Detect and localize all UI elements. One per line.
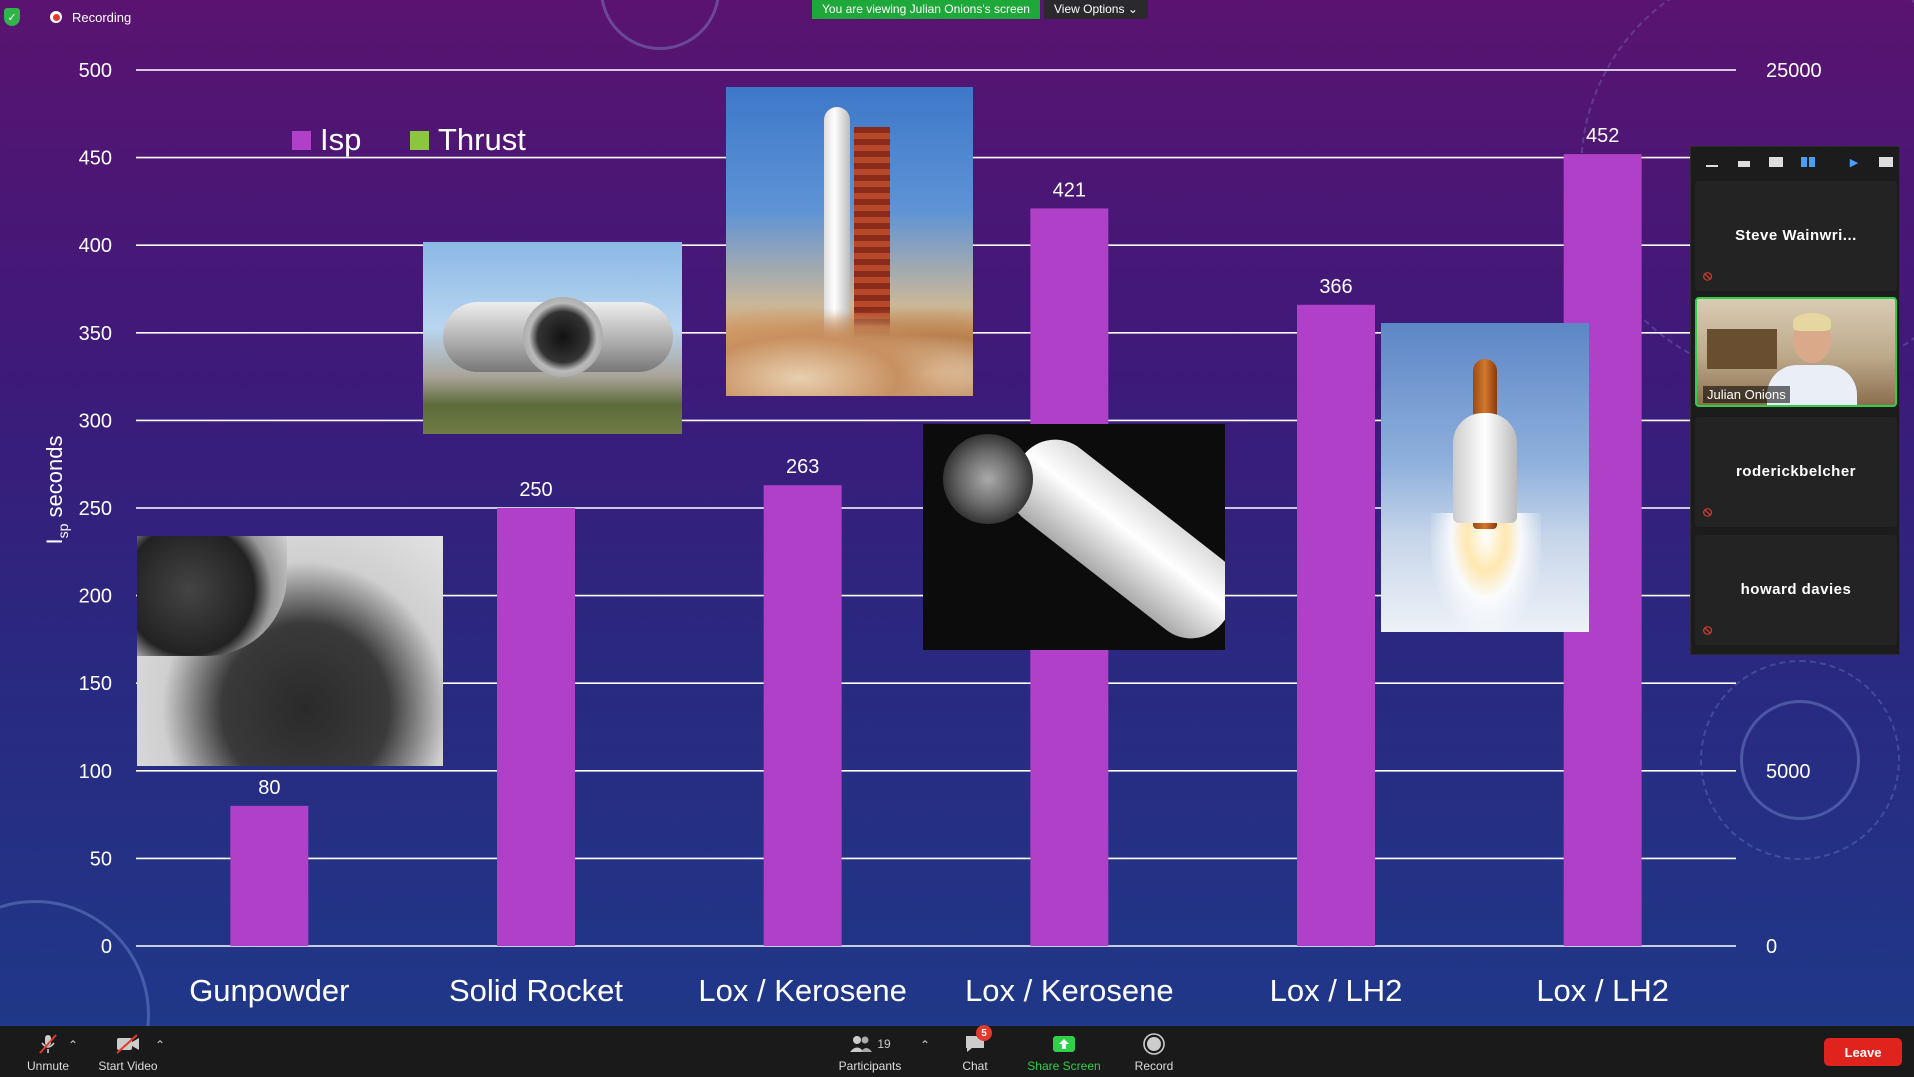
audio-options-chevron-icon[interactable]: ⌃	[68, 1038, 78, 1052]
y-tick-label: 300	[79, 410, 112, 432]
y-tick-label: 150	[79, 673, 112, 695]
space-shuttle-launch-photo	[1381, 323, 1589, 632]
panel-toolbar: ▶	[1691, 147, 1899, 177]
minimize-panel-icon[interactable]	[1703, 155, 1721, 169]
chat-button[interactable]: 5 Chat	[927, 1025, 1023, 1077]
participants-video-panel: ▶ Steve Wainwri... ⦸ Julian Onions roder…	[1690, 146, 1900, 655]
muted-mic-icon: ⦸	[1703, 621, 1713, 637]
participants-icon: 19	[840, 1033, 900, 1055]
y-tick-label: 450	[79, 148, 112, 170]
y-tick-label: 250	[79, 498, 112, 520]
isp-bar	[763, 485, 842, 946]
isp-bar	[497, 508, 575, 946]
share-screen-label: Share Screen	[1027, 1059, 1101, 1073]
category-label: Solid Rocket	[449, 973, 623, 1008]
person-hair	[1793, 313, 1831, 331]
jar-shape	[137, 536, 287, 656]
leave-meeting-button[interactable]: Leave	[1824, 1038, 1902, 1066]
participant-tile[interactable]: roderickbelcher ⦸	[1695, 417, 1897, 527]
chat-label: Chat	[962, 1059, 988, 1073]
category-label: Lox / LH2	[1270, 973, 1403, 1008]
legend-swatch	[410, 131, 429, 150]
y2-tick-label: 5000	[1766, 761, 1811, 783]
category-label: Lox / Kerosene	[965, 973, 1174, 1008]
background-shelf	[1707, 329, 1777, 369]
category-label: Lox / LH2	[1536, 973, 1669, 1008]
participant-name: Steve Wainwri...	[1735, 227, 1857, 244]
y-axis-title-subscript: sp	[55, 523, 71, 538]
bar-data-label: 421	[1053, 179, 1086, 201]
stage-engines	[943, 434, 1033, 524]
y-tick-label: 0	[101, 936, 112, 958]
muted-microphone-icon	[35, 1033, 61, 1055]
bar-data-label: 80	[258, 777, 280, 799]
hide-video-icon[interactable]	[1735, 155, 1753, 169]
participant-tile[interactable]: Steve Wainwri... ⦸	[1695, 181, 1897, 291]
gunpowder-photo	[137, 536, 443, 766]
y-axis-title-rest: seconds	[42, 436, 67, 524]
participant-name: roderickbelcher	[1735, 463, 1857, 480]
record-icon	[1141, 1033, 1167, 1055]
participants-count: 19	[877, 1037, 891, 1051]
share-screen-button[interactable]: Share Screen	[1016, 1026, 1112, 1077]
participant-name: Julian Onions	[1703, 386, 1790, 403]
y-tick-label: 400	[79, 235, 112, 257]
video-options-chevron-icon[interactable]: ⌃	[155, 1038, 165, 1052]
legend-label: Isp	[320, 122, 361, 157]
solid-rocket-booster-photo	[423, 242, 682, 434]
y2-tick-label: 0	[1766, 936, 1777, 958]
gallery-view-icon[interactable]	[1799, 155, 1817, 169]
participant-name: howard davies	[1740, 581, 1852, 598]
muted-mic-icon: ⦸	[1703, 503, 1713, 519]
isp-bar	[230, 805, 309, 946]
unmute-label: Unmute	[26, 1059, 70, 1073]
legend-swatch	[292, 131, 311, 150]
record-label: Record	[1134, 1059, 1174, 1073]
category-label: Lox / Kerosene	[698, 973, 907, 1008]
isp-bar	[1297, 304, 1375, 946]
bar-data-label: 263	[786, 456, 819, 478]
booster-nozzle	[523, 297, 603, 377]
bar-data-label: 250	[519, 479, 552, 501]
orbiter-shape	[1453, 413, 1517, 523]
chat-bubble-icon: 5	[962, 1025, 992, 1055]
start-video-label: Start Video	[98, 1059, 158, 1073]
bar-data-label: 452	[1586, 125, 1619, 147]
category-label: Gunpowder	[189, 973, 349, 1008]
y-tick-label: 200	[79, 586, 112, 608]
participant-tile[interactable]: howard davies ⦸	[1695, 535, 1897, 645]
legend-label: Thrust	[438, 122, 526, 157]
chat-unread-badge: 5	[976, 1025, 992, 1041]
exhaust-plume	[1431, 513, 1541, 632]
y2-tick-label: 25000	[1766, 60, 1822, 82]
launch-smoke	[726, 306, 973, 396]
y-tick-label: 500	[79, 60, 112, 82]
meeting-controls-bar: Unmute ⌃ Start Video ⌃ 19 Participants ⌃…	[0, 1025, 1914, 1077]
side-by-side-icon[interactable]	[1877, 155, 1895, 169]
y-tick-label: 100	[79, 761, 112, 783]
participant-video-tile[interactable]: Julian Onions	[1695, 297, 1897, 407]
muted-mic-icon: ⦸	[1703, 267, 1713, 283]
chart-legend: Isp Thrust	[292, 122, 526, 157]
active-speaker-icon[interactable]	[1767, 155, 1785, 169]
y-tick-label: 50	[90, 848, 112, 870]
record-button[interactable]: Record	[1106, 1026, 1202, 1077]
saturn-v-launch-photo	[726, 87, 973, 396]
share-screen-icon	[1051, 1033, 1077, 1055]
next-page-icon[interactable]: ▶	[1845, 155, 1863, 169]
video-off-icon	[115, 1033, 141, 1055]
y-axis-title: Isp seconds	[42, 436, 71, 545]
participants-label: Participants	[838, 1059, 902, 1073]
rocket-stage-photo	[923, 424, 1225, 650]
participants-button[interactable]: 19 Participants	[822, 1026, 918, 1077]
y-tick-label: 350	[79, 323, 112, 345]
bar-data-label: 366	[1319, 276, 1352, 298]
